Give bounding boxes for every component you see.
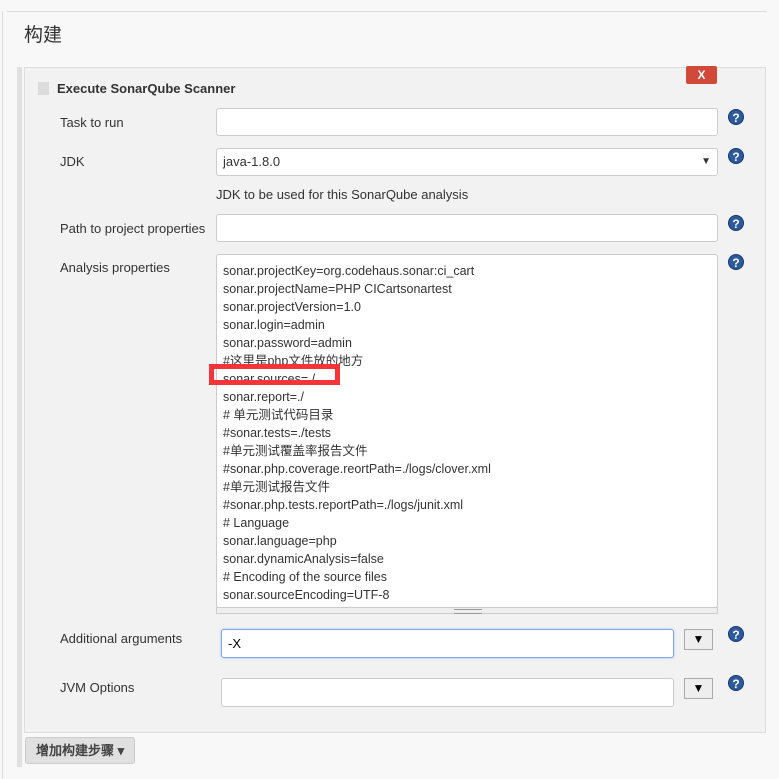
jdk-hint: JDK to be used for this SonarQube analys… [216,187,469,202]
expand-button[interactable]: ▼ [684,678,713,699]
help-icon[interactable]: ? [728,148,744,164]
help-icon[interactable]: ? [728,215,744,231]
task-to-run-input[interactable] [216,108,718,136]
add-build-step-button[interactable]: 增加构建步骤 ▾ [25,737,135,764]
section-title: 构建 [24,24,63,46]
drag-handle-icon[interactable] [38,82,49,95]
path-label: Path to project properties [60,221,206,236]
help-icon[interactable]: ? [728,675,744,691]
jdk-value: java-1.8.0 [223,154,281,169]
divider [2,11,3,779]
resize-handle[interactable] [216,607,718,614]
delete-step-button[interactable]: X [686,66,717,84]
jdk-select[interactable]: java-1.8.0 ▼ [216,148,718,176]
task-label: Task to run [60,115,124,130]
chevron-down-icon: ▼ [701,156,711,167]
section-bar [17,67,22,767]
path-input[interactable] [216,214,718,242]
additional-args-input[interactable] [221,629,674,658]
analysis-properties-textarea[interactable]: sonar.projectKey=org.codehaus.sonar:ci_c… [216,254,718,608]
divider [7,11,767,12]
step-title: Execute SonarQube Scanner [57,81,236,96]
help-icon[interactable]: ? [728,626,744,642]
jdk-label: JDK [60,154,85,169]
jvm-label: JVM Options [60,680,135,695]
additional-args-label: Additional arguments [60,631,183,646]
help-icon[interactable]: ? [728,254,744,270]
help-icon[interactable]: ? [728,109,744,125]
expand-button[interactable]: ▼ [684,629,713,650]
jvm-options-input[interactable] [221,678,674,707]
analysis-label: Analysis properties [60,260,170,275]
highlight-box [209,364,340,385]
